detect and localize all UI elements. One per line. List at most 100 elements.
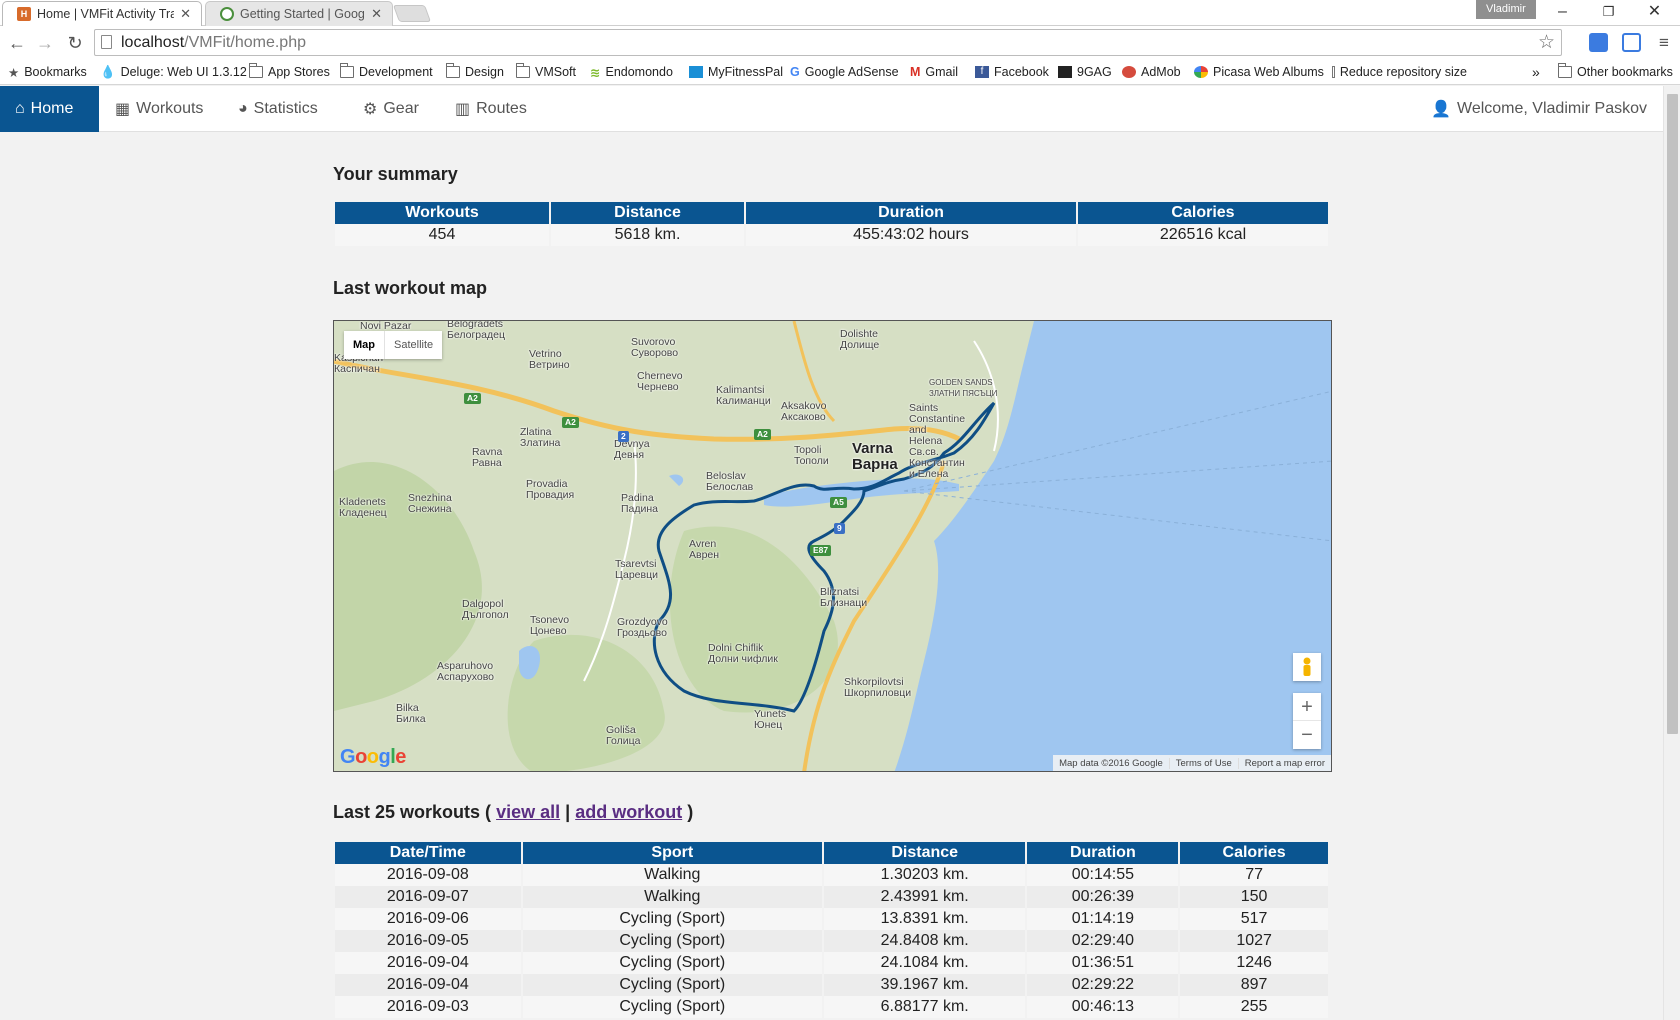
table-row[interactable]: 2016-09-07 Walking 2.43991 km. 00:26:39 150 <box>335 886 1328 908</box>
bookmark-9gag[interactable]: 9GAG <box>1058 63 1112 81</box>
new-tab-button[interactable] <box>392 5 432 22</box>
map-place-label: Goliša Голица <box>606 724 641 747</box>
summary-distance: 5618 km. <box>551 224 744 246</box>
tab-google-maps[interactable]: Getting Started | Google Maps ✕ <box>205 1 393 26</box>
google-maps-favicon-icon <box>220 7 234 21</box>
street-view-pegman-icon[interactable] <box>1293 653 1321 681</box>
google-logo: Google <box>340 746 406 768</box>
zoom-out-button[interactable]: − <box>1293 721 1321 749</box>
bookmark-reduce-repo[interactable]: Reduce repository size <box>1332 63 1467 81</box>
myfitnesspal-icon <box>689 66 703 78</box>
bookmark-vmsoft[interactable]: VMSoft <box>516 63 576 81</box>
table-row[interactable]: 2016-09-08 Walking 1.30203 km. 00:14:55 77 <box>335 864 1328 886</box>
page-scrollbar[interactable] <box>1663 86 1680 1020</box>
road-shield-badge: A2 <box>562 417 579 428</box>
workout-sport: Cycling (Sport) <box>522 996 822 1018</box>
nav-gear[interactable]: ⚙ Gear <box>348 86 434 132</box>
bookmark-gmail[interactable]: M Gmail <box>910 63 958 81</box>
summary-workouts: 454 <box>335 224 549 246</box>
terms-of-use-link[interactable]: Terms of Use <box>1168 757 1238 769</box>
close-window-button[interactable]: ✕ <box>1632 0 1677 26</box>
page-icon <box>1332 66 1335 78</box>
workouts-header-calories: Calories <box>1180 842 1328 864</box>
bookmark-endomondo[interactable]: ≋ Endomondo <box>590 63 673 81</box>
tab-home-vmfit[interactable]: H Home | VMFit Activity Tracker ✕ <box>2 1 202 26</box>
bookmark-other[interactable]: Other bookmarks <box>1558 63 1673 81</box>
user-icon: 👤 <box>1431 101 1452 118</box>
bookmark-development[interactable]: Development <box>340 63 433 81</box>
nav-statistics[interactable]: ◕ Statistics <box>223 86 333 132</box>
bookmark-app-stores[interactable]: App Stores <box>249 63 330 81</box>
nav-workouts[interactable]: ▦ Workouts <box>100 86 218 132</box>
nav-home[interactable]: ⌂ Home <box>0 86 99 132</box>
table-row[interactable]: 2016-09-03 Cycling (Sport) 6.88177 km. 00:4… <box>335 996 1328 1018</box>
map-type-satellite-button[interactable]: Satellite <box>385 331 442 359</box>
user-welcome[interactable]: 👤 Welcome, Vladimir Paskov <box>1431 86 1647 132</box>
map-canvas[interactable] <box>334 321 1332 772</box>
workout-calories: 77 <box>1180 864 1328 886</box>
address-bar[interactable]: localhost/VMFit/home.php ☆ <box>94 29 1562 56</box>
forward-arrow-icon[interactable]: → <box>32 30 58 56</box>
cast-extension-icon[interactable] <box>1622 33 1641 52</box>
workout-distance: 24.1084 km. <box>823 952 1026 974</box>
view-all-link[interactable]: view all <box>496 802 560 822</box>
map-place-label: Bliznatsi Близнаци <box>820 586 868 609</box>
workout-map[interactable]: Novi PazarBelogradetsБелоградецKaspichan… <box>333 320 1332 772</box>
summary-table: Workouts Distance Duration Calories 454 … <box>333 202 1330 246</box>
table-row[interactable]: 2016-09-04 Cycling (Sport) 24.1084 km. 01:3… <box>335 952 1328 974</box>
tab-title: Home | VMFit Activity Tracker <box>37 7 174 21</box>
workout-date: 2016-09-08 <box>335 864 521 886</box>
menu-icon[interactable]: ≡ <box>1651 30 1677 56</box>
admob-icon <box>1122 66 1136 78</box>
bookmark-deluge[interactable]: 💧 Deluge: Web UI 1.3.12 <box>100 63 247 81</box>
bookmark-myfitnesspal[interactable]: MyFitnessPal <box>689 63 783 81</box>
table-row[interactable]: 2016-09-04 Cycling (Sport) 39.1967 km. 02:2… <box>335 974 1328 996</box>
bookmark-bookmarks[interactable]: ★ Bookmarks <box>8 63 87 81</box>
calendar-icon: ▦ <box>115 101 131 118</box>
bookmark-star-icon[interactable]: ☆ <box>1538 31 1555 54</box>
workout-distance: 1.30203 km. <box>823 864 1026 886</box>
page-icon <box>101 35 112 49</box>
workout-sport: Walking <box>522 886 822 908</box>
table-row[interactable]: 2016-09-05 Cycling (Sport) 24.8408 km. 02:2… <box>335 930 1328 952</box>
map-place-label: Ravna Равна <box>472 446 503 469</box>
map-place-label: Dolni Chiflik Долни чифлик <box>708 642 778 665</box>
url-text[interactable]: localhost/VMFit/home.php <box>121 34 306 52</box>
map-place-label: Chernevo Чернево <box>637 370 683 393</box>
bookmarks-overflow-icon[interactable]: » <box>1532 63 1540 81</box>
back-arrow-icon[interactable]: ← <box>4 30 30 56</box>
bookmark-picasa[interactable]: Picasa Web Albums <box>1194 63 1324 81</box>
road-shield-badge: A2 <box>464 393 481 404</box>
summary-header-duration: Duration <box>746 202 1076 224</box>
restore-button[interactable]: ❐ <box>1586 0 1631 26</box>
bookmark-admob[interactable]: AdMob <box>1122 63 1181 81</box>
workout-date: 2016-09-07 <box>335 886 521 908</box>
nav-routes[interactable]: ▥ Routes <box>440 86 542 132</box>
report-map-error-link[interactable]: Report a map error <box>1237 757 1331 769</box>
bookmark-facebook[interactable]: f Facebook <box>975 63 1049 81</box>
add-workout-link[interactable]: add workout <box>575 802 682 822</box>
picasa-icon <box>1194 66 1208 78</box>
minimize-button[interactable]: – <box>1540 0 1585 26</box>
workout-duration: 00:26:39 <box>1027 886 1179 908</box>
profile-button[interactable]: Vladimir <box>1476 0 1536 19</box>
road-shield-badge: 2 <box>618 431 629 442</box>
map-type-map-button[interactable]: Map <box>344 331 385 359</box>
workout-duration: 00:46:13 <box>1027 996 1179 1018</box>
map-place-label: Yunets Юнец <box>754 708 787 731</box>
summary-header-workouts: Workouts <box>335 202 549 224</box>
workout-calories: 255 <box>1180 996 1328 1018</box>
workout-calories: 1246 <box>1180 952 1328 974</box>
table-row[interactable]: 2016-09-06 Cycling (Sport) 13.8391 km. 01:1… <box>335 908 1328 930</box>
close-icon[interactable]: ✕ <box>371 6 382 22</box>
extension-icon[interactable] <box>1589 33 1608 52</box>
bookmark-google-adsense[interactable]: G Google AdSense <box>790 63 899 81</box>
zoom-in-button[interactable]: + <box>1293 693 1321 721</box>
scrollbar-thumb[interactable] <box>1667 94 1678 734</box>
pie-chart-icon: ◕ <box>238 100 248 117</box>
bookmark-design[interactable]: Design <box>446 63 504 81</box>
close-icon[interactable]: ✕ <box>180 6 191 22</box>
reload-icon[interactable]: ↻ <box>62 30 88 56</box>
workout-distance: 6.88177 km. <box>823 996 1026 1018</box>
workouts-header-duration: Duration <box>1027 842 1179 864</box>
